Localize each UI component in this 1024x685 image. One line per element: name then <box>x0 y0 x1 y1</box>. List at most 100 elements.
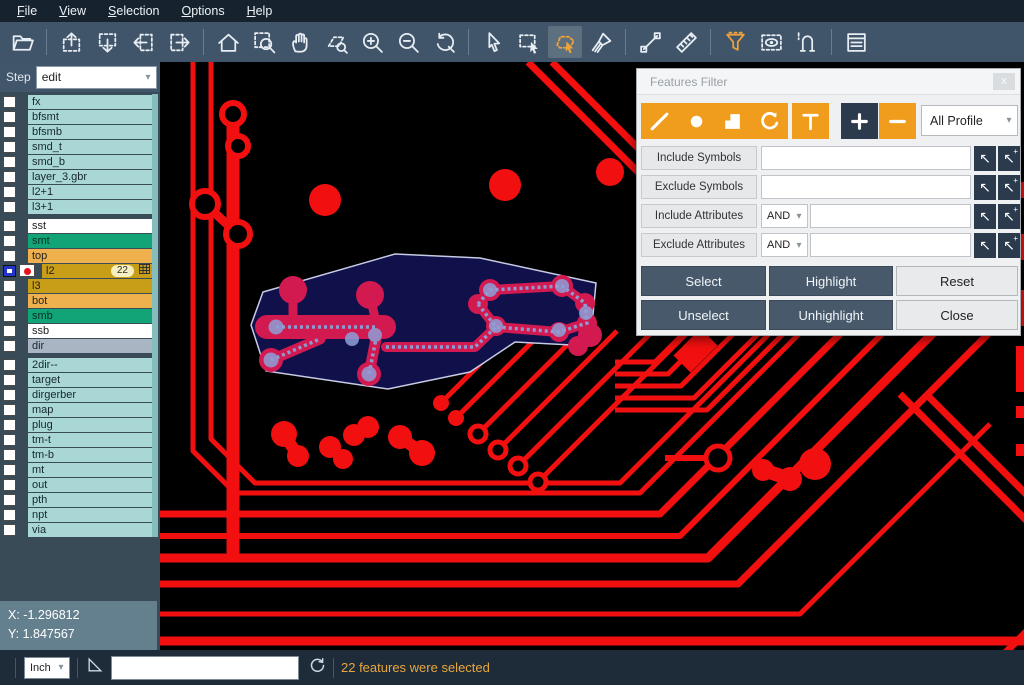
layer-visibility-checkbox[interactable] <box>3 310 16 322</box>
menu-item-view[interactable]: View <box>48 2 97 20</box>
include-attributes-input[interactable] <box>810 204 971 228</box>
clean-brush-button[interactable] <box>584 26 618 58</box>
include-symbols-input[interactable] <box>761 146 971 170</box>
layer-cell[interactable]: npt <box>28 508 152 522</box>
exclude-symbols-input[interactable] <box>761 175 971 199</box>
dialog-titlebar[interactable]: Features Filter x <box>637 69 1020 95</box>
pick-add-button[interactable]: ↖+ <box>998 146 1020 171</box>
menu-item-help[interactable]: Help <box>236 2 284 20</box>
layer-visibility-checkbox[interactable] <box>3 340 16 352</box>
layer-visibility-checkbox[interactable] <box>3 280 16 292</box>
layer-cell[interactable]: tm-b <box>28 448 152 462</box>
layer-visibility-checkbox[interactable] <box>3 325 16 337</box>
layer-cell[interactable]: bfsmt <box>28 110 152 124</box>
command-input[interactable] <box>111 656 299 680</box>
minus-button[interactable] <box>879 103 916 139</box>
layer-visibility-checkbox[interactable] <box>3 156 16 168</box>
unselect-button[interactable]: Unselect <box>641 300 766 330</box>
layer-cell[interactable]: layer_3.gbr <box>28 170 152 184</box>
layer-visibility-checkbox[interactable] <box>3 186 16 198</box>
layer-visibility-checkbox[interactable] <box>3 265 16 277</box>
select-rect-button[interactable] <box>512 26 546 58</box>
operator-select[interactable]: AND▾ <box>761 233 808 257</box>
menu-item-file[interactable]: File <box>6 2 48 20</box>
layer-list-scrollbar[interactable] <box>152 94 158 537</box>
layers-form-button[interactable] <box>839 26 873 58</box>
pick-add-button[interactable]: ↖+ <box>998 233 1020 258</box>
exclude-symbols-button[interactable]: Exclude Symbols <box>641 175 757 199</box>
line-feature-button[interactable] <box>641 103 678 139</box>
layer-visibility-checkbox[interactable] <box>3 220 16 232</box>
zoom-dynamic-button[interactable] <box>319 26 353 58</box>
layer-visibility-checkbox[interactable] <box>3 374 16 386</box>
layer-cell[interactable]: map <box>28 403 152 417</box>
layer-visibility-checkbox[interactable] <box>3 126 16 138</box>
layer-cell[interactable]: plug <box>28 418 152 432</box>
text-feature-button[interactable] <box>792 103 829 139</box>
layer-visibility-checkbox[interactable] <box>3 141 16 153</box>
layer-cell[interactable]: smd_b <box>28 155 152 169</box>
pan-left-button[interactable] <box>126 26 160 58</box>
measure-points-button[interactable] <box>633 26 667 58</box>
layer-visibility-checkbox[interactable] <box>3 295 16 307</box>
exclude-attributes-button[interactable]: Exclude Attributes <box>641 233 757 257</box>
layer-visibility-checkbox[interactable] <box>3 464 16 476</box>
pick-button[interactable]: ↖ <box>974 204 996 229</box>
select-arrow-button[interactable] <box>476 26 510 58</box>
pick-button[interactable]: ↖ <box>974 146 996 171</box>
layer-visibility-checkbox[interactable] <box>3 509 16 521</box>
active-layer-indicator[interactable] <box>19 264 35 277</box>
operator-select[interactable]: AND▾ <box>761 204 808 228</box>
close-icon[interactable]: x <box>993 73 1015 90</box>
reset-button[interactable]: Reset <box>896 266 1018 296</box>
layer-cell[interactable]: ssb <box>28 324 152 338</box>
arc-feature-button[interactable] <box>751 103 788 139</box>
home-button[interactable] <box>211 26 245 58</box>
pick-button[interactable]: ↖ <box>974 175 996 200</box>
layer-visibility-checkbox[interactable] <box>3 359 16 371</box>
pan-hand-button[interactable] <box>283 26 317 58</box>
layer-visibility-checkbox[interactable] <box>3 479 16 491</box>
open-folder-button[interactable] <box>5 26 39 58</box>
pan-up-button[interactable] <box>54 26 88 58</box>
pick-add-button[interactable]: ↖+ <box>998 204 1020 229</box>
layer-visibility-checkbox[interactable] <box>3 449 16 461</box>
include-symbols-button[interactable]: Include Symbols <box>641 146 757 170</box>
grid-icon[interactable] <box>134 264 152 277</box>
unhighlight-button[interactable]: Unhighlight <box>769 300 893 330</box>
select-polygon-button[interactable] <box>548 26 582 58</box>
pan-down-button[interactable] <box>90 26 124 58</box>
layer-visibility-checkbox[interactable] <box>3 389 16 401</box>
pad-feature-button[interactable] <box>678 103 715 139</box>
layer-cell[interactable]: bot <box>28 294 152 308</box>
pick-add-button[interactable]: ↖+ <box>998 175 1020 200</box>
layer-visibility-checkbox[interactable] <box>3 250 16 262</box>
layer-cell[interactable]: via <box>28 523 152 537</box>
refresh-icon[interactable] <box>309 657 326 679</box>
pick-button[interactable]: ↖ <box>974 233 996 258</box>
layer-visibility-checkbox[interactable] <box>3 434 16 446</box>
overlay-eye-button[interactable] <box>754 26 788 58</box>
layer-visibility-checkbox[interactable] <box>3 524 16 536</box>
zoom-window-button[interactable] <box>247 26 281 58</box>
layer-cell[interactable]: mt <box>28 463 152 477</box>
layer-cell[interactable]: pth <box>28 493 152 507</box>
filter-funnel-button[interactable] <box>718 26 752 58</box>
layer-cell[interactable]: dirgerber <box>28 388 152 402</box>
layer-cell[interactable]: fx <box>28 95 152 109</box>
layer-cell[interactable]: top <box>28 249 152 263</box>
layer-visibility-checkbox[interactable] <box>3 494 16 506</box>
layer-cell[interactable]: smd_t <box>28 140 152 154</box>
step-select[interactable]: edit ▾ <box>36 66 157 89</box>
zoom-out-button[interactable] <box>391 26 425 58</box>
pan-right-button[interactable] <box>162 26 196 58</box>
layer-visibility-checkbox[interactable] <box>3 111 16 123</box>
layer-cell[interactable]: smt <box>28 234 152 248</box>
menu-item-selection[interactable]: Selection <box>97 2 170 20</box>
layer-cell[interactable]: l2+1 <box>28 185 152 199</box>
highlight-button[interactable]: Highlight <box>769 266 893 296</box>
select-button[interactable]: Select <box>641 266 766 296</box>
layer-visibility-checkbox[interactable] <box>3 419 16 431</box>
layer-cell[interactable]: target <box>28 373 152 387</box>
layer-visibility-checkbox[interactable] <box>3 235 16 247</box>
